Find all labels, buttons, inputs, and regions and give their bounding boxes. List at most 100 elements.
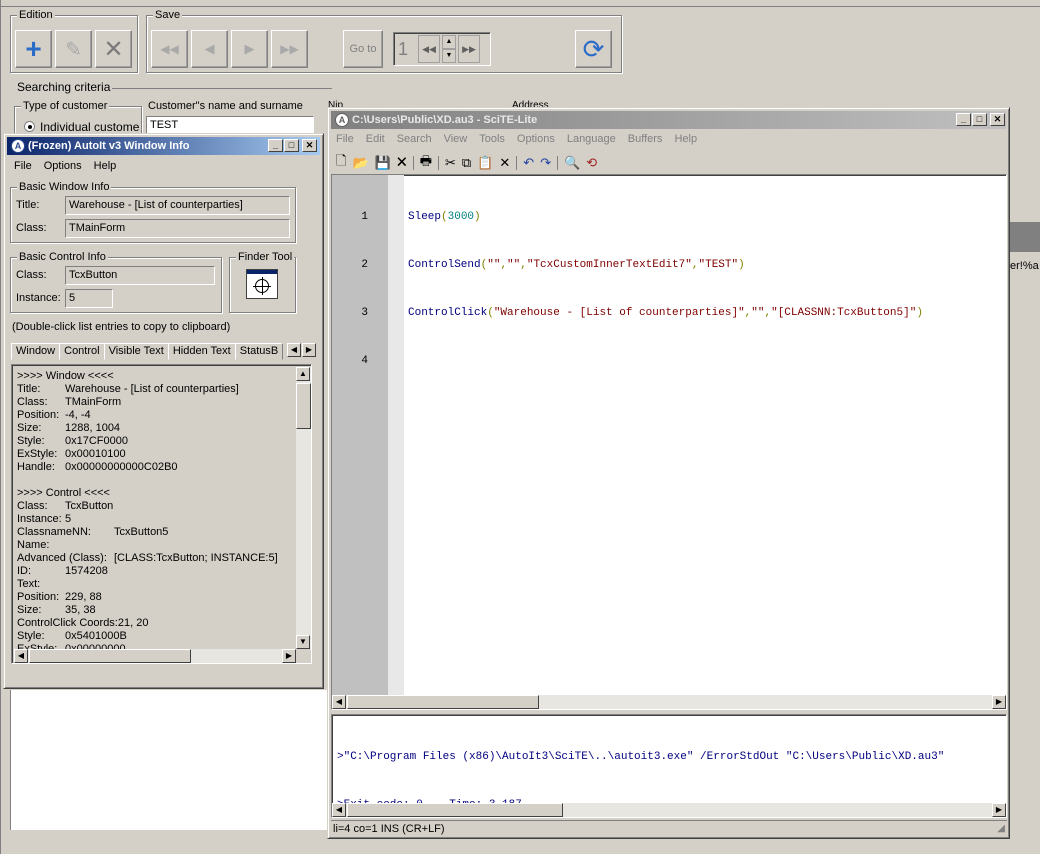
page-spin-up[interactable]: ▲ — [442, 35, 456, 49]
name-input[interactable]: TEST — [146, 116, 314, 134]
editor-hscroll[interactable]: ◀ ▶ — [332, 695, 1006, 709]
tab-scroll-right[interactable]: ▶ — [302, 343, 316, 357]
class-field[interactable]: TMainForm — [65, 219, 290, 238]
autoit-menu-file[interactable]: File — [8, 157, 38, 175]
save-icon[interactable]: 💾 — [375, 155, 391, 171]
first-record-button[interactable]: ◀◀ — [151, 30, 188, 68]
info-scroll-thumb[interactable] — [296, 383, 311, 429]
minimize-button[interactable]: _ — [268, 139, 283, 152]
info-line[interactable]: Style: 0x5401000B — [17, 630, 287, 643]
edit-button[interactable]: ✎ — [55, 30, 92, 68]
find-icon[interactable]: 🔍 — [564, 155, 580, 171]
new-file-icon[interactable]: 🗋 — [336, 152, 346, 174]
page-spin-down[interactable]: ▼ — [442, 49, 456, 63]
info-line[interactable]: Class: TMainForm — [17, 396, 287, 409]
info-line[interactable]: ClassnameNN: TcxButton5 — [17, 526, 287, 539]
tab-hidden-text[interactable]: Hidden Text — [167, 343, 236, 360]
cut-icon[interactable]: ✂ — [445, 155, 456, 171]
page-prev-button[interactable]: ◀◀ — [418, 35, 440, 63]
output-hscroll-thumb[interactable] — [347, 803, 563, 817]
refresh-button[interactable]: ⟳ — [575, 30, 612, 68]
info-line[interactable]: ExStyle: 0x00010100 — [17, 448, 287, 461]
page-number-field[interactable]: 1 ◀◀ ▲ ▼ ▶▶ — [393, 32, 491, 66]
resize-grip-icon[interactable]: ◢ — [997, 823, 1005, 834]
goto-button[interactable]: Go to — [343, 30, 383, 68]
info-scroll-up[interactable]: ▲ — [296, 367, 310, 381]
scite-menu-language[interactable]: Language — [561, 130, 622, 148]
info-line[interactable]: ControlClick Coords: 21, 20 — [17, 617, 287, 630]
autoit-menu-options[interactable]: Options — [38, 157, 88, 175]
editor-scroll-right[interactable]: ▶ — [992, 695, 1006, 709]
tab-scroll-left[interactable]: ◀ — [287, 343, 301, 357]
info-line[interactable]: >>>> Control <<<< — [17, 487, 287, 500]
info-hscroll[interactable]: ◀ ▶ — [14, 649, 296, 663]
info-line[interactable]: Advanced (Class): [CLASS:TcxButton; INSTA… — [17, 552, 287, 565]
delete-button[interactable]: ✕ — [95, 30, 132, 68]
close-button[interactable]: ✕ — [302, 139, 317, 152]
prev-record-button[interactable]: ◀ — [191, 30, 228, 68]
info-line[interactable]: Text: — [17, 578, 287, 591]
delete-icon[interactable]: ✕ — [499, 155, 510, 171]
scite-menu-view[interactable]: View — [438, 130, 474, 148]
info-line[interactable]: Position: 229, 88 — [17, 591, 287, 604]
output-scroll-left[interactable]: ◀ — [332, 803, 346, 817]
info-line[interactable]: Handle: 0x00000000000C02B0 — [17, 461, 287, 474]
title-field[interactable]: Warehouse - [List of counterparties] — [65, 196, 290, 215]
info-line[interactable] — [17, 474, 287, 487]
info-line[interactable]: >>>> Window <<<< — [17, 370, 287, 383]
individual-radio[interactable] — [24, 121, 35, 132]
scite-menu-buffers[interactable]: Buffers — [622, 130, 669, 148]
paste-icon[interactable]: 📋 — [477, 155, 493, 171]
info-scroll-left[interactable]: ◀ — [14, 649, 28, 663]
control-class-field[interactable]: TcxButton — [65, 266, 215, 285]
output-scroll-right[interactable]: ▶ — [992, 803, 1006, 817]
tab-visible-text[interactable]: Visible Text — [103, 343, 169, 360]
scite-menu-file[interactable]: File — [330, 130, 360, 148]
copy-icon[interactable]: ⧉ — [462, 155, 471, 171]
maximize-button[interactable]: □ — [284, 139, 299, 152]
scite-minimize-button[interactable]: _ — [956, 113, 971, 126]
scite-menu-help[interactable]: Help — [668, 130, 703, 148]
finder-tool-icon[interactable] — [246, 269, 278, 299]
scite-menu-tools[interactable]: Tools — [473, 130, 511, 148]
undo-icon[interactable]: ↶ — [523, 155, 534, 171]
info-scroll-down[interactable]: ▼ — [296, 635, 310, 649]
instance-field[interactable]: 5 — [65, 289, 113, 308]
next-record-button[interactable]: ▶ — [231, 30, 268, 68]
info-line[interactable]: Style: 0x17CF0000 — [17, 435, 287, 448]
info-line[interactable]: ID: 1574208 — [17, 565, 287, 578]
tab-window[interactable]: Window — [11, 343, 61, 360]
open-folder-icon[interactable]: 📂 — [352, 155, 368, 171]
info-line[interactable]: Size: 35, 38 — [17, 604, 287, 617]
editor-scroll-left[interactable]: ◀ — [332, 695, 346, 709]
info-line[interactable]: Title: Warehouse - [List of counterpartie… — [17, 383, 287, 396]
page-next-button[interactable]: ▶▶ — [458, 35, 480, 63]
info-line[interactable]: Instance: 5 — [17, 513, 287, 526]
output-pane[interactable]: >"C:\Program Files (x86)\AutoIt3\SciTE\.… — [331, 714, 1007, 818]
replace-icon[interactable]: ⟲ — [586, 155, 597, 171]
redo-icon[interactable]: ↷ — [540, 155, 551, 171]
scite-maximize-button[interactable]: □ — [972, 113, 987, 126]
code-area[interactable]: Sleep(3000) ControlSend("","","TcxCustom… — [408, 177, 923, 353]
info-list[interactable]: >>>> Window <<<< Title: Warehouse - [List … — [11, 364, 312, 664]
scite-menu-options[interactable]: Options — [511, 130, 561, 148]
info-line[interactable]: Name: — [17, 539, 287, 552]
info-line[interactable]: Size: 1288, 1004 — [17, 422, 287, 435]
last-record-button[interactable]: ▶▶ — [271, 30, 308, 68]
info-line[interactable]: Class: TcxButton — [17, 500, 287, 513]
scite-menu-search[interactable]: Search — [391, 130, 438, 148]
tab-control[interactable]: Control — [59, 343, 105, 360]
info-scroll-right[interactable]: ▶ — [282, 649, 296, 663]
add-button[interactable]: + — [15, 30, 52, 68]
info-hscroll-thumb[interactable] — [29, 649, 191, 663]
scite-close-button[interactable]: ✕ — [990, 113, 1005, 126]
editor-pane[interactable]: 1 2 3 4 Sleep(3000) ControlSend("","","T… — [331, 174, 1007, 710]
output-hscroll[interactable]: ◀ ▶ — [332, 803, 1006, 817]
scite-menu-edit[interactable]: Edit — [360, 130, 391, 148]
close-file-icon[interactable]: 🗙 — [397, 152, 407, 174]
print-icon[interactable]: 🖶 — [420, 152, 432, 174]
tab-statusbar[interactable]: StatusB — [234, 343, 284, 360]
editor-hscroll-thumb[interactable] — [347, 695, 539, 709]
info-vscroll[interactable]: ▲ ▼ — [296, 367, 311, 649]
autoit-menu-help[interactable]: Help — [88, 157, 123, 175]
